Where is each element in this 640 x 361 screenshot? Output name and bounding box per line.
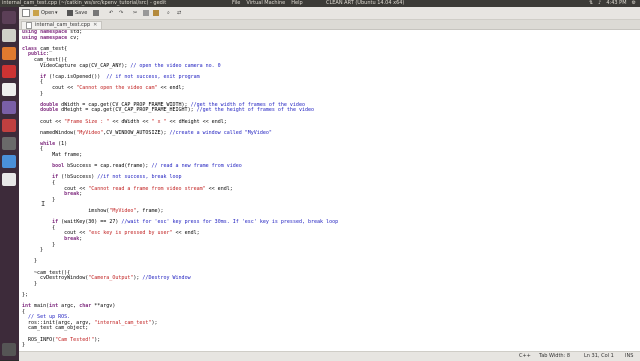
tab-internal-cam-test[interactable]: internal_cam_test.cpp ✕	[21, 21, 103, 29]
text-cursor: I	[41, 200, 46, 208]
open-dropdown[interactable]: ▾	[55, 9, 58, 17]
volume-icon[interactable]: ♪	[598, 0, 601, 7]
firefox-icon[interactable]	[2, 47, 16, 60]
close-icon[interactable]: ✕	[93, 22, 97, 29]
settings-icon[interactable]	[2, 137, 16, 150]
tab-width-selector[interactable]: Tab Width: 8	[539, 353, 570, 359]
open-button[interactable]: Open	[33, 9, 54, 17]
save-button[interactable]: Save	[67, 9, 87, 17]
dash-icon[interactable]	[2, 11, 16, 24]
undo-icon: ↶	[109, 10, 114, 16]
copy-button[interactable]	[143, 9, 151, 17]
find-button[interactable]: ⌕	[167, 9, 170, 17]
menu-help[interactable]: Help	[291, 0, 302, 7]
replace-button[interactable]: ⇄	[177, 9, 181, 17]
cut-button[interactable]: ✂	[133, 9, 137, 17]
redo-button[interactable]: ↷	[119, 9, 123, 17]
gedit-window: Open ▾ Save ↶ ↷ ✂ ⌕ ⇄ internal_cam_test.…	[19, 7, 640, 361]
replace-icon: ⇄	[177, 10, 182, 16]
software-center-icon[interactable]	[2, 65, 16, 78]
menu-virtual-machine[interactable]: Virtual Machine	[246, 0, 285, 7]
system-tray: ⇅ ♪ 4:43 PM ⚙	[589, 0, 636, 7]
open-label: Open	[41, 10, 55, 16]
vm-title: CLEAN ART (Ubuntu 14.04 x64)	[326, 0, 405, 6]
search-icon: ⌕	[167, 10, 170, 16]
paste-button[interactable]	[153, 9, 161, 17]
folder-icon	[33, 10, 39, 16]
menu-file[interactable]: File	[232, 0, 240, 7]
print-icon	[93, 10, 99, 16]
save-label: Save	[75, 10, 88, 16]
insert-mode: INS	[625, 353, 634, 359]
code-editor[interactable]: using namespace std; using namespace cv;…	[19, 30, 640, 351]
writer-icon[interactable]	[2, 83, 16, 96]
gear-icon[interactable]: ⚙	[632, 0, 636, 7]
cursor-position: Ln 31, Col 1	[584, 353, 614, 359]
trash-icon[interactable]	[2, 343, 16, 356]
copy-icon	[143, 10, 149, 16]
cut-icon: ✂	[133, 10, 138, 16]
redo-icon: ↷	[119, 10, 124, 16]
menu-bar: File Virtual Machine Help	[232, 0, 303, 7]
window-title: internal_cam_test.cpp (~/catkin_ws/src/k…	[2, 0, 167, 6]
clock[interactable]: 4:43 PM	[606, 0, 626, 7]
app-icon[interactable]	[2, 119, 16, 132]
print-button[interactable]	[93, 9, 101, 17]
toolbar: Open ▾ Save ↶ ↷ ✂ ⌕ ⇄	[19, 7, 640, 20]
new-document-icon	[22, 9, 30, 17]
code-text[interactable]: using namespace std; using namespace cv;…	[22, 30, 338, 349]
tab-bar: internal_cam_test.cpp ✕	[19, 20, 640, 30]
tab-label: internal_cam_test.cpp	[35, 22, 91, 28]
undo-button[interactable]: ↶	[109, 9, 113, 17]
new-button[interactable]	[22, 9, 32, 17]
chevron-down-icon: ▾	[55, 10, 58, 16]
app-icon-2[interactable]	[2, 155, 16, 168]
network-icon[interactable]: ⇅	[589, 0, 593, 7]
language-selector[interactable]: C++	[519, 353, 531, 359]
save-icon	[67, 10, 73, 16]
gedit-icon[interactable]	[2, 173, 16, 186]
paste-icon	[153, 10, 159, 16]
impress-icon[interactable]	[2, 101, 16, 114]
system-top-bar: internal_cam_test.cpp (~/catkin_ws/src/k…	[0, 0, 640, 7]
launcher	[0, 7, 19, 360]
files-icon[interactable]	[2, 29, 16, 42]
file-icon	[26, 22, 32, 29]
